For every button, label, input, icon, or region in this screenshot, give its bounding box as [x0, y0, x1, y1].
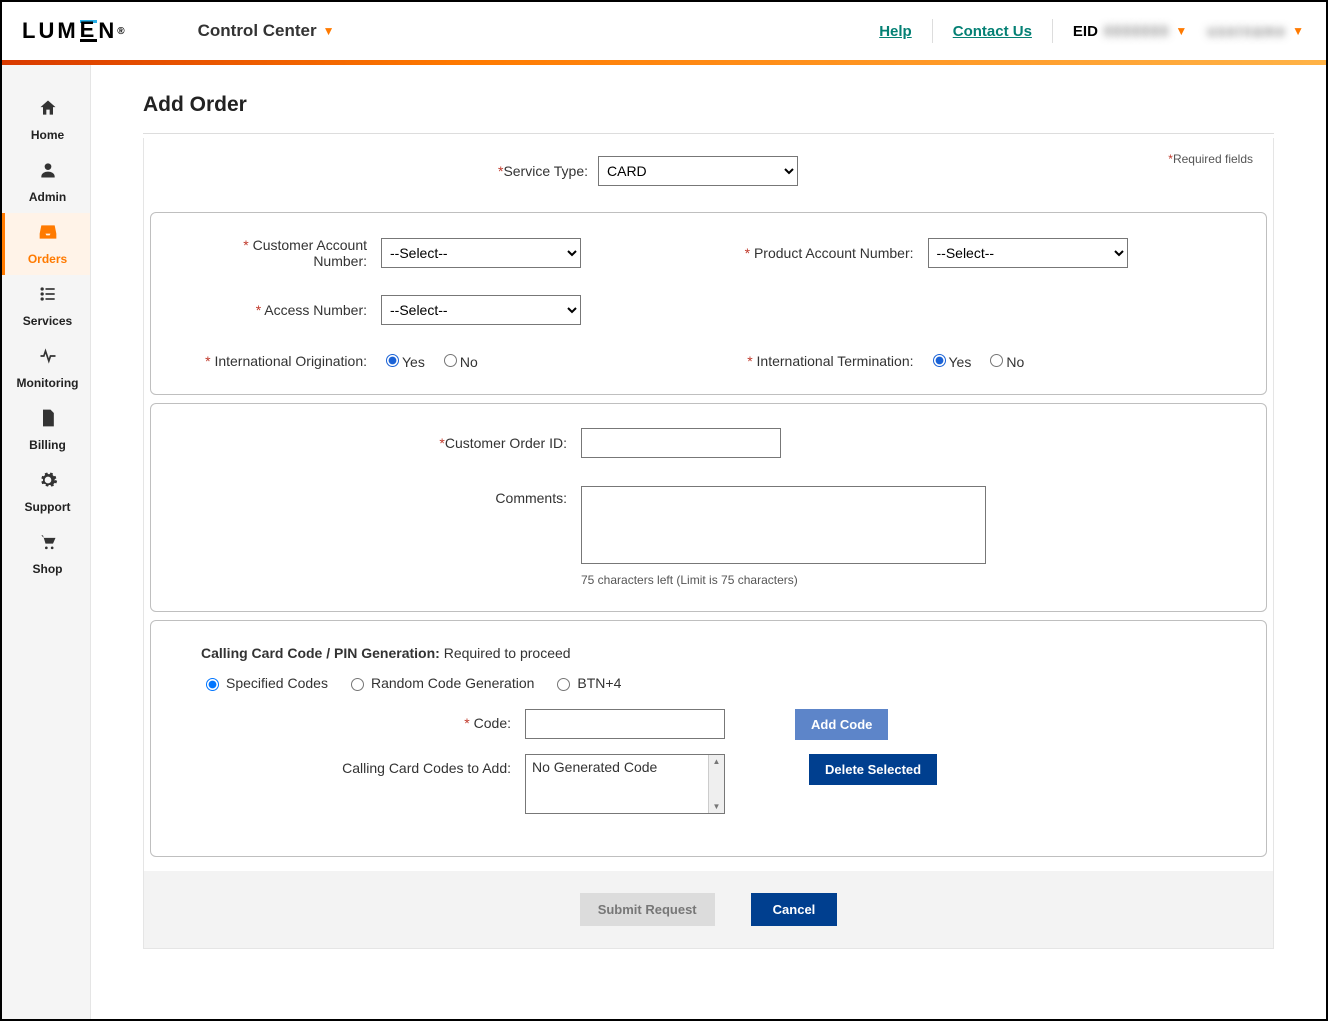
sidebar-item-support[interactable]: Support [2, 461, 90, 523]
cart-icon [38, 532, 58, 556]
intl-orig-label: International Origination: [214, 353, 367, 369]
intl-term-yes[interactable]: Yes [928, 351, 972, 370]
pin-panel: Calling Card Code / PIN Generation: Requ… [150, 620, 1267, 857]
sidebar-item-label: Billing [29, 438, 66, 452]
sidebar-item-admin[interactable]: Admin [2, 151, 90, 213]
service-type-select[interactable]: CARD [598, 156, 798, 186]
intl-orig-yes[interactable]: Yes [381, 351, 425, 370]
contact-link[interactable]: Contact Us [953, 23, 1032, 40]
codes-to-add-label: Calling Card Codes to Add: [342, 760, 511, 776]
product-name: Control Center [198, 21, 317, 41]
eid-label: EID [1073, 23, 1098, 40]
code-label: Code: [474, 715, 511, 731]
user-icon [38, 160, 58, 184]
intl-term-field: * International Termination: Yes No [714, 351, 1231, 370]
product-account-field: * Product Account Number: --Select-- [714, 237, 1231, 269]
pin-mode-specified[interactable]: Specified Codes [201, 675, 328, 691]
service-type-row: *Service Type: CARD *Required fields [144, 138, 1273, 204]
inbox-icon [38, 222, 58, 246]
gear-icon [38, 470, 58, 494]
help-link[interactable]: Help [879, 23, 912, 40]
codes-placeholder: No Generated Code [532, 759, 657, 775]
sidebar-item-orders[interactable]: Orders [2, 213, 90, 275]
sidebar: Home Admin Orders Services [2, 65, 91, 1019]
access-number-label: Access Number: [264, 302, 367, 318]
add-code-button[interactable]: Add Code [795, 709, 888, 740]
brand-logo: LUMEN® [22, 18, 128, 44]
customer-account-field: * Customer Account Number: --Select-- [187, 237, 704, 269]
file-icon [38, 408, 58, 432]
customer-account-label: Customer Account Number: [253, 237, 367, 269]
sidebar-item-shop[interactable]: Shop [2, 523, 90, 585]
customer-order-id-label: Customer Order ID: [445, 435, 567, 451]
sidebar-item-label: Shop [33, 562, 63, 576]
chevron-down-icon: ▼ [1175, 24, 1187, 38]
product-account-select[interactable]: --Select-- [928, 238, 1128, 268]
user-name: username [1207, 23, 1286, 40]
sidebar-item-billing[interactable]: Billing [2, 399, 90, 461]
comments-label: Comments: [495, 490, 567, 506]
codes-listbox[interactable]: No Generated Code ▲▼ [525, 754, 725, 814]
sidebar-item-services[interactable]: Services [2, 275, 90, 337]
access-number-field: * Access Number: --Select-- [187, 295, 704, 325]
intl-orig-field: * International Origination: Yes No [187, 351, 704, 370]
product-account-label: Product Account Number: [754, 245, 914, 261]
submit-button: Submit Request [580, 893, 715, 926]
eid-menu[interactable]: EID 0000000 ▼ [1073, 23, 1187, 40]
header: LUMEN® Control Center ▼ Help Contact Us … [2, 2, 1326, 60]
content: Add Order *Service Type: CARD *Required … [91, 65, 1326, 1019]
pin-mode-btn4[interactable]: BTN+4 [552, 675, 621, 691]
pulse-icon [38, 346, 58, 370]
chevron-down-icon: ▼ [323, 24, 335, 38]
page-title: Add Order [143, 93, 1274, 117]
sidebar-item-label: Orders [28, 252, 67, 266]
customer-account-select[interactable]: --Select-- [381, 238, 581, 268]
pin-mode-random[interactable]: Random Code Generation [346, 675, 534, 691]
comments-textarea[interactable] [581, 486, 986, 564]
sidebar-item-label: Monitoring [17, 376, 79, 390]
sidebar-item-monitoring[interactable]: Monitoring [2, 337, 90, 399]
intl-orig-no[interactable]: No [439, 351, 478, 370]
separator [1052, 19, 1053, 43]
order-info-panel: *Customer Order ID: Comments: 75 charact… [150, 403, 1267, 612]
sidebar-item-label: Admin [29, 190, 66, 204]
eid-value: 0000000 [1104, 23, 1169, 40]
customer-order-id-input[interactable] [581, 428, 781, 458]
chevron-down-icon: ▼ [1292, 24, 1304, 38]
required-note: *Required fields [1168, 152, 1253, 166]
delete-selected-button[interactable]: Delete Selected [809, 754, 937, 785]
user-menu[interactable]: username ▼ [1207, 23, 1304, 40]
sidebar-item-home[interactable]: Home [2, 89, 90, 151]
home-icon [38, 98, 58, 122]
title-rule [143, 133, 1274, 134]
account-panel: * Customer Account Number: --Select-- * … [150, 212, 1267, 395]
scrollbar[interactable]: ▲▼ [708, 755, 724, 813]
sidebar-item-label: Support [25, 500, 71, 514]
sidebar-item-label: Services [23, 314, 72, 328]
comments-hint: 75 characters left (Limit is 75 characte… [581, 573, 986, 587]
product-switcher[interactable]: Control Center ▼ [198, 21, 335, 41]
sidebar-item-label: Home [31, 128, 64, 142]
pin-heading: Calling Card Code / PIN Generation: Requ… [201, 645, 1230, 661]
access-number-select[interactable]: --Select-- [381, 295, 581, 325]
separator [932, 19, 933, 43]
list-icon [38, 284, 58, 308]
code-input[interactable] [525, 709, 725, 739]
form-container: *Service Type: CARD *Required fields * C… [143, 138, 1274, 949]
intl-term-label: International Termination: [757, 353, 914, 369]
cancel-button[interactable]: Cancel [751, 893, 838, 926]
service-type-label: *Service Type: [144, 163, 598, 179]
intl-term-no[interactable]: No [985, 351, 1024, 370]
form-footer: Submit Request Cancel [144, 871, 1273, 948]
